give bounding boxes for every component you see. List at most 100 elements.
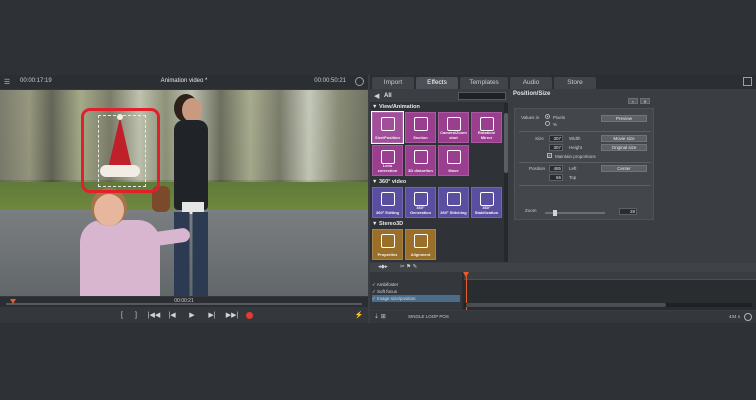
effect-label: Properties: [377, 251, 398, 257]
effects-grid: Properties Alignment: [370, 229, 504, 262]
effect-tile[interactable]: Size/Position: [371, 111, 404, 144]
tab-bar: Import Effects Templates Audio Store: [370, 75, 756, 89]
zoom-field[interactable]: 28: [619, 208, 637, 215]
top-field[interactable]: 66: [549, 174, 563, 181]
movie-size-button[interactable]: Movie size: [601, 135, 647, 142]
effect-tile[interactable]: Rotation/ Mirror: [471, 112, 502, 143]
effect-label: 360° Generation: [409, 205, 432, 215]
selected-overlay-object[interactable]: [81, 108, 160, 193]
close-properties-button[interactable]: ✕: [640, 98, 650, 104]
effect-label: Rotation/ Mirror: [477, 130, 496, 140]
effects-search-input[interactable]: [458, 92, 506, 100]
arrows-icon[interactable]: ◂◆▸: [378, 264, 388, 270]
prev-frame-button[interactable]: |◀: [166, 311, 178, 320]
effect-label: 360° Stitching: [440, 209, 467, 215]
record-button[interactable]: [246, 312, 253, 319]
effects-section-header[interactable]: ▼ View/Animation: [370, 103, 504, 112]
mark-in-button[interactable]: [: [118, 311, 126, 320]
effect-label: Lens correction: [377, 163, 398, 173]
effect-tile[interactable]: 360° Stitching: [438, 187, 469, 218]
center-button[interactable]: Center: [601, 165, 647, 172]
tab-templates[interactable]: Templates: [460, 77, 508, 89]
tab-store[interactable]: Store: [554, 77, 596, 89]
track-row[interactable]: ✓ Soft focus: [372, 288, 460, 295]
position-size-form: Values in Pixels % Preview Size 307 Widt…: [514, 108, 654, 220]
player-panel: ☰ 00:00:17:19 Animation video * 00:00:50…: [0, 75, 368, 323]
unit-pixels-label: Pixels: [553, 115, 566, 120]
status-icons[interactable]: ⇣ ⊞: [374, 313, 386, 320]
duration-readout: 434 s: [728, 314, 740, 319]
tab-import[interactable]: Import: [372, 77, 414, 89]
effect-label: Section: [413, 134, 428, 140]
effects-list: ▼ View/Animation Size/Position Section Came…: [370, 103, 504, 262]
back-arrow-icon[interactable]: ◀: [374, 92, 379, 100]
maintain-proportions-checkbox[interactable]: ✓: [547, 153, 552, 158]
next-marker-button[interactable]: ▶▶|: [224, 311, 240, 320]
left-field[interactable]: 485: [549, 165, 563, 172]
effects-scrollbar[interactable]: [504, 103, 508, 262]
zoom-slider[interactable]: [545, 210, 605, 216]
effect-label: Move: [448, 167, 459, 173]
power-icon[interactable]: [744, 313, 752, 321]
editor-panel: Import Effects Templates Audio Store ◀ A…: [370, 75, 756, 323]
track-row-selected[interactable]: ✓ Image size/position: [372, 295, 460, 302]
unit-pixels-radio[interactable]: [545, 114, 550, 119]
rotate-icon: [480, 117, 494, 131]
properties-title: Position/Size: [513, 91, 551, 97]
santa-hat-image[interactable]: [100, 114, 140, 181]
effect-tile[interactable]: 360° Stabilization: [471, 187, 502, 218]
reset-button[interactable]: ▪: [628, 98, 638, 104]
effect-tile[interactable]: Lens correction: [372, 145, 403, 176]
status-bar: ⇣ ⊞ SINGLE LOOP POS 434 s: [370, 311, 756, 323]
maximize-icon[interactable]: [743, 77, 752, 86]
height-label: Height: [569, 145, 583, 150]
original-size-button[interactable]: Original size: [601, 144, 647, 151]
effects-grid: Size/Position Section Camera/Zoom shot Rota…: [370, 111, 504, 178]
timeline: ✓ Ambifoster ✓ Soft focus ✓ Image size/p…: [370, 272, 756, 310]
timeline-ruler[interactable]: [464, 272, 756, 280]
mark-out-button[interactable]: ]: [132, 311, 140, 320]
category-all[interactable]: All: [384, 93, 392, 99]
play-button[interactable]: ▶: [186, 311, 198, 320]
effect-tile[interactable]: 360° Generation: [405, 187, 436, 218]
effect-tile[interactable]: Alignment: [405, 229, 436, 260]
tools-icon[interactable]: ✂ ⚑ ✎: [400, 264, 417, 270]
tab-audio[interactable]: Audio: [510, 77, 552, 89]
track-headers: ✓ Ambifoster ✓ Soft focus ✓ Image size/p…: [370, 272, 462, 310]
effect-tile[interactable]: 360° Editing: [372, 187, 403, 218]
prev-marker-button[interactable]: |◀◀: [146, 311, 162, 320]
unit-percent-label: %: [553, 122, 558, 127]
effect-label: 3D distortion: [408, 167, 433, 173]
timeline-scrollbar[interactable]: [464, 303, 752, 307]
effect-tile[interactable]: Section: [405, 112, 436, 143]
settings-icon[interactable]: [355, 77, 364, 86]
effects-section-header[interactable]: ▼ Stereo3D: [370, 220, 504, 229]
effects-section-header[interactable]: ▼ 360° video: [370, 178, 504, 187]
effects-grid: 360° Editing 360° Generation 360° Stitchin…: [370, 187, 504, 220]
effect-label: Camera/Zoom shot: [440, 130, 467, 140]
unit-percent-radio[interactable]: [545, 121, 550, 126]
effect-tile[interactable]: 3D distortion: [405, 145, 436, 176]
app-window: ☰ 00:00:17:19 Animation video * 00:00:50…: [0, 75, 756, 323]
size-label: Size: [535, 136, 544, 141]
video-preview[interactable]: [0, 90, 368, 296]
browser-header: ◀ All: [370, 90, 508, 102]
zoom-slider-knob[interactable]: [553, 210, 557, 216]
effect-tile[interactable]: Properties: [372, 229, 403, 260]
scrub-time: 00:00:21: [174, 298, 194, 304]
scrub-bar[interactable]: 00:00:21: [0, 297, 368, 307]
transport-controls: [ ] |◀◀ |◀ ▶ ▶| ▶▶| ⚡: [0, 308, 368, 323]
effect-tile[interactable]: Move: [438, 145, 469, 176]
effect-tile[interactable]: Camera/Zoom shot: [438, 112, 469, 143]
properties-panel: Position/Size ▪ ✕ Values in Pixels % Pre…: [511, 90, 756, 262]
next-frame-button[interactable]: ▶|: [206, 311, 218, 320]
3d-icon: [414, 150, 428, 164]
effects-browser: ◀ All ▼ View/Animation Size/Position Secti…: [370, 90, 508, 262]
preview-button[interactable]: Preview: [601, 115, 647, 122]
height-field[interactable]: 307: [549, 144, 563, 151]
mute-icon[interactable]: ⚡: [354, 311, 364, 320]
zoom-label: Zoom: [525, 208, 537, 213]
tab-effects[interactable]: Effects: [416, 77, 458, 89]
width-field[interactable]: 307: [549, 135, 563, 142]
track-row[interactable]: ✓ Ambifoster: [372, 281, 460, 288]
